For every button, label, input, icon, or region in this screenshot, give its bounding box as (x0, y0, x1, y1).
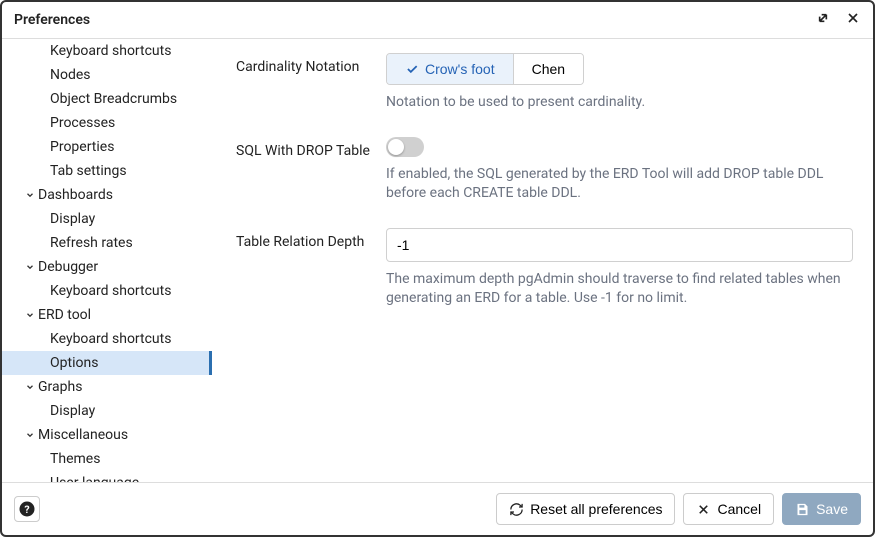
titlebar: Preferences (2, 2, 873, 39)
drop-table-toggle[interactable] (386, 137, 424, 157)
tree-item[interactable]: User language (2, 471, 212, 482)
tree-item-label: ERD tool (38, 307, 91, 323)
tree-item-label: Display (50, 403, 95, 419)
chevron-down-icon (22, 190, 38, 200)
tree-item-label: Keyboard shortcuts (50, 331, 171, 347)
tree-item-label: Graphs (38, 379, 82, 395)
help-text: Notation to be used to present cardinali… (386, 93, 853, 113)
tree-item[interactable]: Properties (2, 135, 212, 159)
tree-item[interactable]: Display (2, 399, 212, 423)
tree-item-label: Dashboards (38, 187, 113, 203)
tree-item[interactable]: Themes (2, 447, 212, 471)
cancel-button[interactable]: Cancel (683, 493, 774, 525)
tree-item-label: Debugger (38, 259, 98, 275)
preferences-dialog: Preferences Keyboard shortcuts Nodes Objec… (0, 0, 875, 537)
tree-item-label: Processes (50, 115, 115, 131)
field-sql-with-drop-table: SQL With DROP Table If enabled, the SQL … (236, 137, 853, 204)
save-icon (795, 502, 810, 517)
tree-item-label: Tab settings (50, 163, 127, 179)
tree-item[interactable]: Object Breadcrumbs (2, 87, 212, 111)
option-label: Chen (532, 61, 565, 77)
tree-item-label: Options (50, 355, 98, 371)
help-text: The maximum depth pgAdmin should travers… (386, 270, 853, 309)
tree-item[interactable]: Processes (2, 111, 212, 135)
save-button[interactable]: Save (782, 493, 861, 525)
refresh-icon (509, 502, 524, 517)
chevron-down-icon (22, 310, 38, 320)
option-label: Crow's foot (425, 61, 495, 77)
tree-item[interactable]: Options (2, 351, 212, 375)
button-label: Cancel (717, 501, 761, 517)
tree-item[interactable]: Tab settings (2, 159, 212, 183)
close-icon[interactable] (845, 10, 861, 30)
field-cardinality-notation: Cardinality Notation Crow's foot Chen No… (236, 53, 853, 113)
tree-item[interactable]: Nodes (2, 63, 212, 87)
tree-group[interactable]: Miscellaneous (2, 423, 212, 447)
dialog-footer: ? Reset all preferences Cancel Save (2, 482, 873, 535)
field-label: Table Relation Depth (236, 228, 386, 309)
tree-item[interactable]: Keyboard shortcuts (2, 39, 212, 63)
reset-all-button[interactable]: Reset all preferences (496, 493, 675, 525)
tree-item[interactable]: Refresh rates (2, 231, 212, 255)
tree-item-label: Miscellaneous (38, 427, 128, 443)
tree-item[interactable]: Keyboard shortcuts (2, 279, 212, 303)
svg-text:?: ? (24, 503, 29, 516)
tree-group[interactable]: Dashboards (2, 183, 212, 207)
tree-item-label: User language (50, 475, 139, 482)
help-button[interactable]: ? (14, 496, 40, 522)
cardinality-crows-foot-button[interactable]: Crow's foot (387, 54, 514, 84)
help-text: If enabled, the SQL generated by the ERD… (386, 165, 853, 204)
cardinality-chen-button[interactable]: Chen (514, 54, 583, 84)
field-label: SQL With DROP Table (236, 137, 386, 204)
tree-item-label: Refresh rates (50, 235, 133, 251)
tree-item[interactable]: Keyboard shortcuts (2, 327, 212, 351)
tree-item-label: Properties (50, 139, 114, 155)
expand-icon[interactable] (815, 10, 831, 30)
preferences-tree[interactable]: Keyboard shortcuts Nodes Object Breadcrumb… (2, 39, 212, 482)
chevron-down-icon (22, 382, 38, 392)
tree-item-label: Display (50, 211, 95, 227)
cardinality-toggle-group: Crow's foot Chen (386, 53, 584, 85)
check-icon (405, 62, 419, 76)
field-label: Cardinality Notation (236, 53, 386, 113)
button-label: Reset all preferences (530, 501, 662, 517)
field-table-relation-depth: Table Relation Depth The maximum depth p… (236, 228, 853, 309)
button-label: Save (816, 501, 848, 517)
preferences-panel: Cardinality Notation Crow's foot Chen No… (212, 39, 873, 482)
tree-group[interactable]: Debugger (2, 255, 212, 279)
tree-item-label: Keyboard shortcuts (50, 283, 171, 299)
close-icon (696, 502, 711, 517)
tree-item-label: Keyboard shortcuts (50, 43, 171, 59)
tree-item-label: Themes (50, 451, 100, 467)
relation-depth-input[interactable] (386, 228, 853, 262)
tree-group[interactable]: ERD tool (2, 303, 212, 327)
tree-item-label: Nodes (50, 67, 91, 83)
tree-item-label: Object Breadcrumbs (50, 91, 177, 107)
tree-item[interactable]: Display (2, 207, 212, 231)
dialog-title: Preferences (14, 12, 815, 28)
chevron-down-icon (22, 430, 38, 440)
tree-group[interactable]: Graphs (2, 375, 212, 399)
help-icon: ? (18, 500, 36, 518)
chevron-down-icon (22, 262, 38, 272)
